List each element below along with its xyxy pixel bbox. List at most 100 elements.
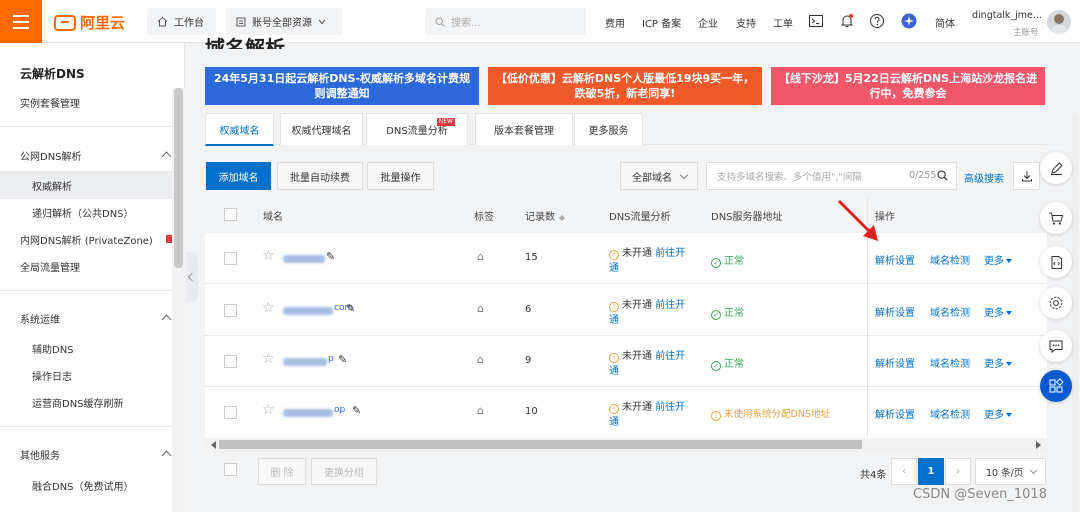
star-icon[interactable]: ☆ bbox=[262, 351, 275, 367]
bell-icon[interactable] bbox=[839, 13, 855, 29]
tag-icon[interactable]: ⌂ bbox=[477, 353, 484, 366]
cart-button[interactable] bbox=[1040, 202, 1072, 234]
star-icon[interactable]: ☆ bbox=[262, 402, 275, 418]
prev-page-button[interactable]: ‹ bbox=[891, 458, 917, 485]
sidebar-item-isp-cache[interactable]: 运营商DNS缓存刷新 bbox=[32, 395, 124, 410]
domain-check-link[interactable]: 域名检测 bbox=[930, 252, 970, 267]
sidebar-item-aux-dns[interactable]: 辅助DNS bbox=[32, 341, 74, 356]
delete-button[interactable]: 删 除 bbox=[258, 458, 306, 485]
sidebar-group-public-dns[interactable]: 公网DNS解析 bbox=[20, 148, 82, 163]
dns-server-status[interactable]: ! 未使用系统分配DNS地址 bbox=[711, 406, 830, 421]
sidebar-item-op-log[interactable]: 操作日志 bbox=[32, 368, 72, 383]
sidebar-item-recursive[interactable]: 递归解析（公共DNS） bbox=[32, 205, 134, 220]
domain-check-link[interactable]: 域名检测 bbox=[930, 355, 970, 370]
page-scrollbar[interactable] bbox=[1072, 115, 1078, 512]
record-count[interactable]: 15 bbox=[525, 252, 538, 263]
terminal-icon[interactable] bbox=[808, 13, 824, 29]
dns-settings-link[interactable]: 解析设置 bbox=[875, 355, 915, 370]
aliyun-logo[interactable]: 阿里云 bbox=[54, 12, 125, 33]
tab-authoritative-domains[interactable]: 权威域名 bbox=[205, 113, 274, 146]
open-traffic-link-wrap[interactable]: 通 bbox=[609, 259, 619, 274]
row-checkbox[interactable] bbox=[224, 252, 237, 265]
next-page-button[interactable]: › bbox=[945, 458, 971, 485]
page-size-select[interactable]: 10 条/页 bbox=[975, 458, 1046, 485]
domain-suffix[interactable]: op bbox=[334, 405, 345, 415]
sidebar-item-authoritative[interactable]: 权威解析 bbox=[32, 178, 72, 193]
sidebar-collapse-handle[interactable] bbox=[186, 252, 198, 302]
advanced-search-link[interactable]: 高级搜索 bbox=[964, 170, 1004, 185]
domain-check-link[interactable]: 域名检测 bbox=[930, 304, 970, 319]
star-icon[interactable]: ☆ bbox=[262, 300, 275, 316]
help-icon[interactable] bbox=[869, 13, 885, 29]
sidebar-item-instance[interactable]: 实例套餐管理 bbox=[20, 95, 80, 110]
tab-proxy-domains[interactable]: 权威代理域名 bbox=[280, 113, 363, 145]
edit-icon[interactable]: ✎ bbox=[338, 353, 347, 366]
batch-ops-button[interactable]: 批量操作 bbox=[367, 162, 434, 190]
open-traffic-link-wrap[interactable]: 通 bbox=[609, 413, 619, 428]
tab-more-services[interactable]: 更多服务 bbox=[574, 113, 643, 145]
sidebar-group-other[interactable]: 其他服务 bbox=[20, 447, 60, 462]
col-records[interactable]: 记录数 bbox=[525, 208, 565, 223]
scrollbar-thumb[interactable] bbox=[219, 440, 862, 449]
tag-icon[interactable]: ⌂ bbox=[477, 404, 484, 417]
open-traffic-link[interactable]: 前往开 bbox=[655, 402, 685, 413]
tab-plan-management[interactable]: 版本套餐管理 bbox=[475, 113, 573, 145]
ai-assistant-icon[interactable] bbox=[901, 13, 917, 29]
domain-name-redacted[interactable] bbox=[283, 307, 333, 315]
hamburger-menu-button[interactable] bbox=[0, 0, 42, 43]
more-dropdown[interactable]: 更多 bbox=[984, 252, 1012, 267]
more-dropdown[interactable]: 更多 bbox=[984, 406, 1012, 421]
sidebar-group-ops[interactable]: 系统运维 bbox=[20, 311, 60, 326]
domain-name-redacted[interactable] bbox=[283, 409, 333, 417]
domain-check-link[interactable]: 域名检测 bbox=[930, 406, 970, 421]
nav-enterprise[interactable]: 企业 bbox=[698, 15, 718, 30]
open-traffic-link[interactable]: 前往开 bbox=[655, 300, 685, 311]
tab-dns-traffic[interactable]: DNS流量分析 NEW bbox=[366, 113, 468, 145]
tag-icon[interactable]: ⌂ bbox=[477, 302, 484, 315]
sidebar-scrollbar[interactable] bbox=[172, 88, 185, 512]
open-traffic-link-wrap[interactable]: 通 bbox=[609, 362, 619, 377]
record-count[interactable]: 9 bbox=[525, 355, 531, 366]
edit-icon[interactable]: ✎ bbox=[352, 404, 361, 417]
settings-button[interactable] bbox=[1040, 287, 1072, 319]
page-number-button[interactable]: 1 bbox=[918, 458, 944, 485]
row-checkbox[interactable] bbox=[224, 304, 237, 317]
domain-filter-select[interactable]: 全部域名 bbox=[620, 162, 698, 190]
tag-icon[interactable]: ⌂ bbox=[477, 250, 484, 263]
scroll-left-arrow-icon[interactable] bbox=[207, 441, 216, 449]
more-dropdown[interactable]: 更多 bbox=[984, 355, 1012, 370]
dns-settings-link[interactable]: 解析设置 bbox=[875, 304, 915, 319]
banner-billing-notice[interactable]: 24年5月31日起云解析DNS-权威解析多域名计费规则调整通知 bbox=[205, 67, 479, 105]
user-name[interactable]: dingtalk_jme... bbox=[972, 10, 1042, 21]
open-traffic-link[interactable]: 前往开 bbox=[655, 351, 685, 362]
nav-ticket[interactable]: 工单 bbox=[773, 15, 793, 30]
dns-settings-link[interactable]: 解析设置 bbox=[875, 252, 915, 267]
open-traffic-link-wrap[interactable]: 通 bbox=[609, 311, 619, 326]
avatar[interactable] bbox=[1047, 10, 1071, 34]
banner-salon[interactable]: 【线下沙龙】5月22日云解析DNS上海站沙龙报名进行中，免费参会 bbox=[771, 67, 1045, 105]
global-search-input[interactable]: 搜索... bbox=[425, 8, 586, 35]
edit-icon[interactable]: ✎ bbox=[346, 302, 355, 315]
banner-discount[interactable]: 【低价优惠】云解析DNS个人版最低19块9买一年，跌破5折，新老同享! bbox=[488, 67, 762, 105]
nav-support[interactable]: 支持 bbox=[736, 15, 756, 30]
open-traffic-link[interactable]: 前往开 bbox=[655, 248, 685, 259]
nav-billing[interactable]: 费用 bbox=[605, 15, 625, 30]
scroll-right-arrow-icon[interactable] bbox=[1036, 441, 1045, 449]
sidebar-item-gtm[interactable]: 全局流量管理 bbox=[20, 259, 80, 274]
domain-name-redacted[interactable] bbox=[283, 358, 327, 366]
domain-suffix[interactable]: p bbox=[328, 354, 334, 364]
more-dropdown[interactable]: 更多 bbox=[984, 304, 1012, 319]
language-switch[interactable]: 简体 bbox=[935, 15, 955, 30]
row-checkbox[interactable] bbox=[224, 355, 237, 368]
document-button[interactable] bbox=[1040, 246, 1072, 278]
nav-icp[interactable]: ICP 备案 bbox=[642, 15, 681, 30]
search-icon[interactable] bbox=[937, 170, 948, 181]
star-icon[interactable]: ☆ bbox=[262, 248, 275, 264]
dns-settings-link[interactable]: 解析设置 bbox=[875, 406, 915, 421]
edit-icon[interactable]: ✎ bbox=[326, 250, 335, 263]
record-count[interactable]: 10 bbox=[525, 406, 538, 417]
footer-select-all-checkbox[interactable] bbox=[224, 463, 237, 476]
sidebar-item-fusion-dns[interactable]: 融合DNS（免费试用） bbox=[32, 478, 134, 493]
sidebar-item-private-zone[interactable]: 内网DNS解析 (PrivateZone) bbox=[20, 232, 153, 247]
feedback-edit-button[interactable] bbox=[1040, 152, 1072, 184]
